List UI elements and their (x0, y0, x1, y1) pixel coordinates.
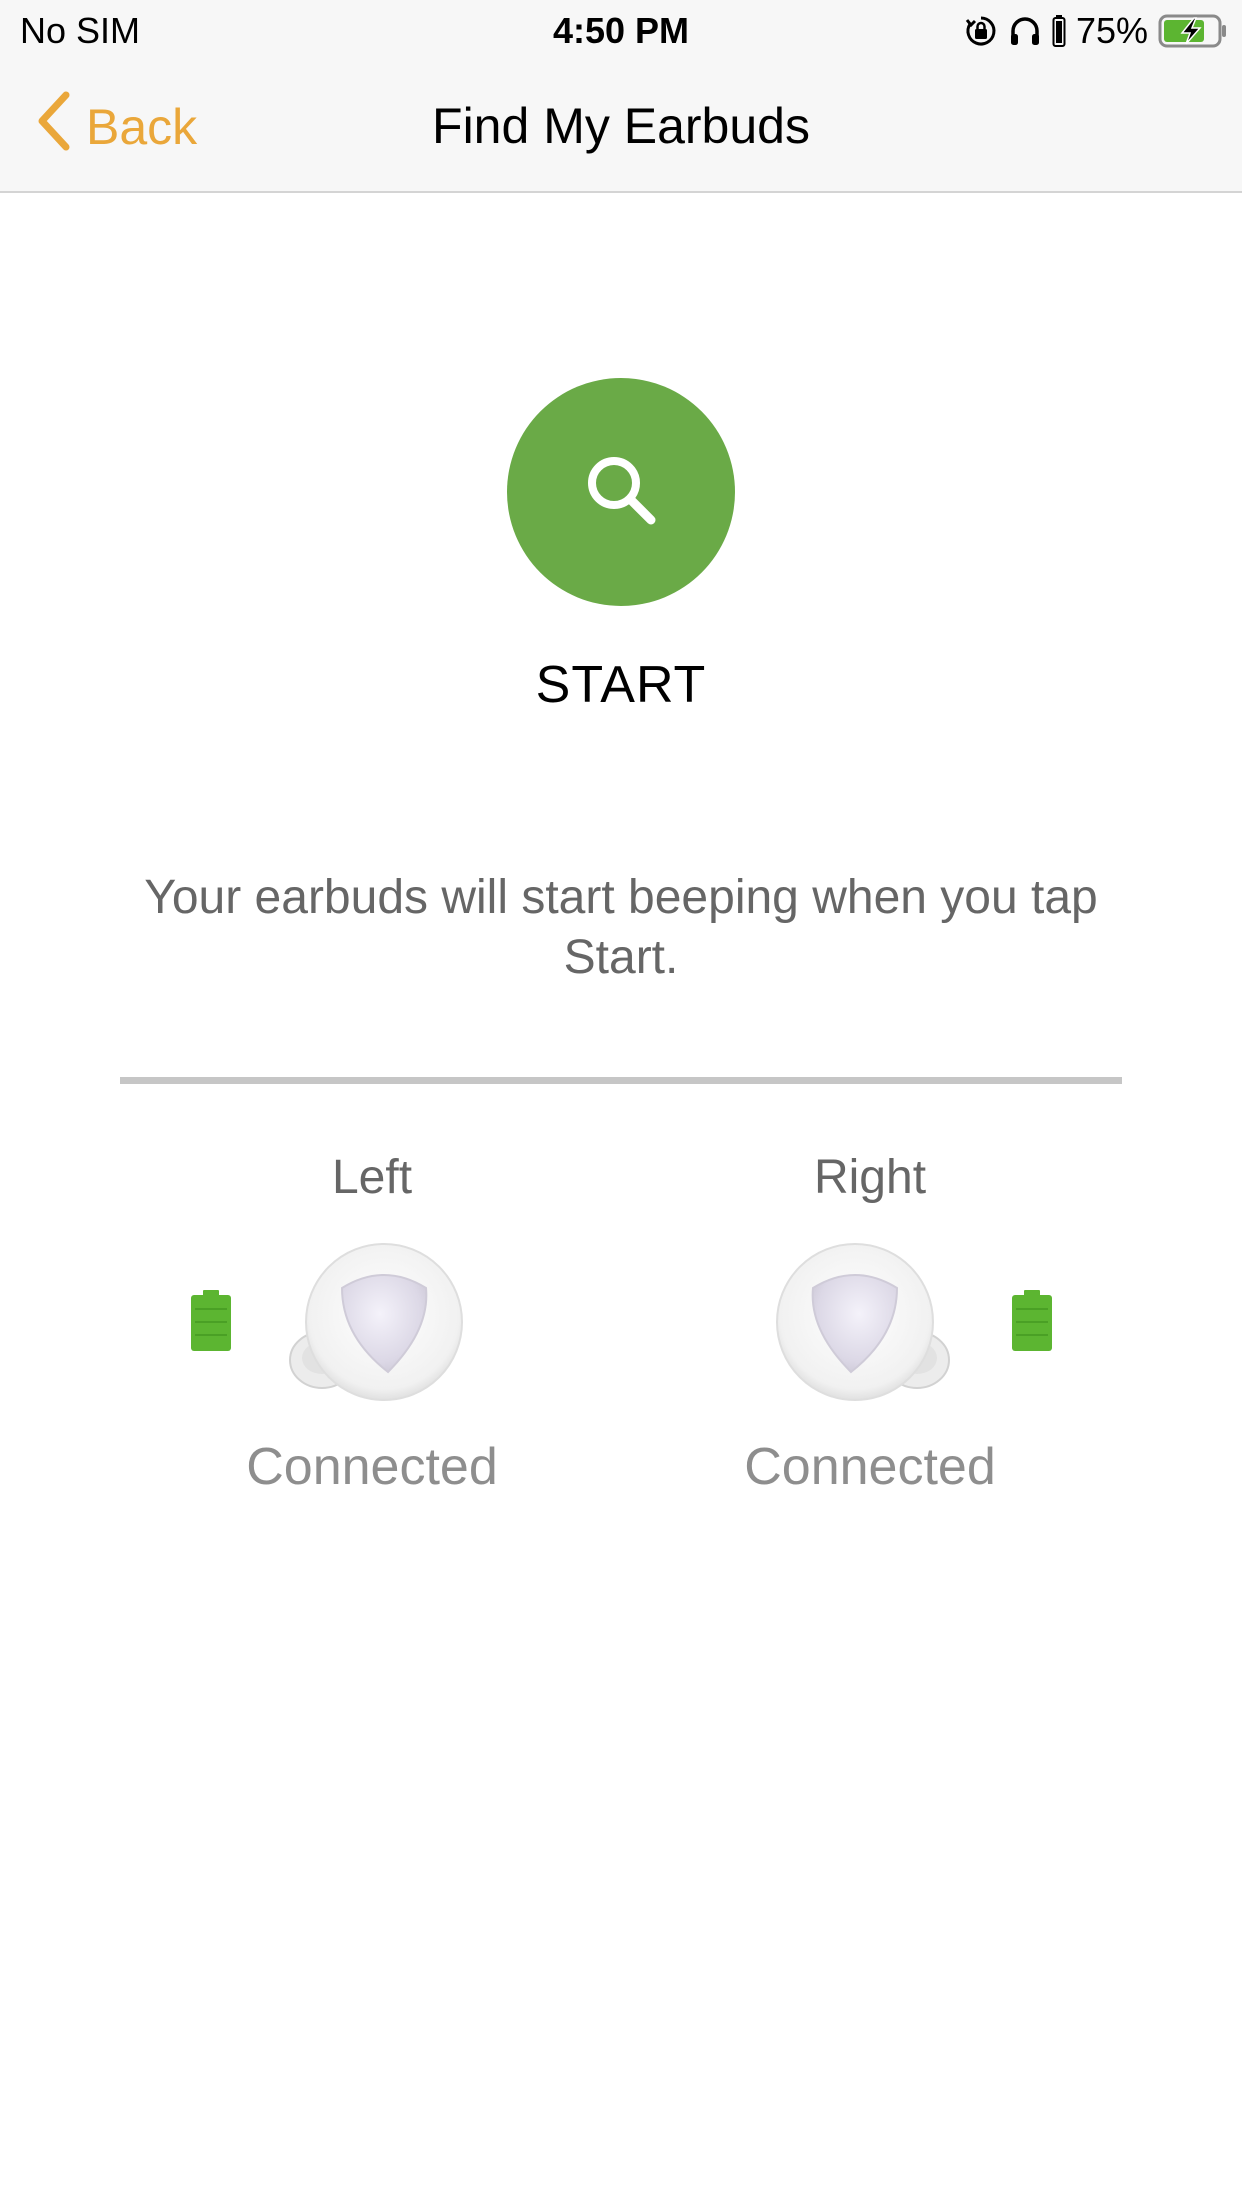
left-earbud-label: Left (331, 1151, 413, 1204)
orientation-lock-icon (964, 14, 998, 48)
headphones-icon (1008, 14, 1042, 48)
start-label: START (535, 656, 707, 714)
right-battery-icon (1011, 1290, 1053, 1357)
status-right-group: 75% (964, 10, 1228, 52)
page-title: Find My Earbuds (432, 98, 810, 154)
left-earbud-image (284, 1240, 464, 1415)
search-icon (581, 450, 661, 535)
divider (120, 1077, 1122, 1084)
status-bar: No SIM 4:50 PM 75% (0, 0, 1242, 62)
battery-percent: 75% (1075, 10, 1148, 51)
instruction-text: Your earbuds will start beeping when you… (144, 871, 1098, 984)
navigation-bar: Back Find My Earbuds (0, 62, 1242, 193)
right-earbud-label: Right (813, 1151, 927, 1204)
start-search-button[interactable] (507, 378, 735, 606)
battery-charging-icon (1158, 13, 1228, 49)
right-earbud-image (775, 1240, 955, 1415)
left-battery-icon (190, 1290, 232, 1357)
right-earbud-status: Connected (744, 1438, 996, 1496)
left-earbud-status: Connected (246, 1438, 498, 1496)
headphone-battery-icon (1052, 14, 1066, 48)
